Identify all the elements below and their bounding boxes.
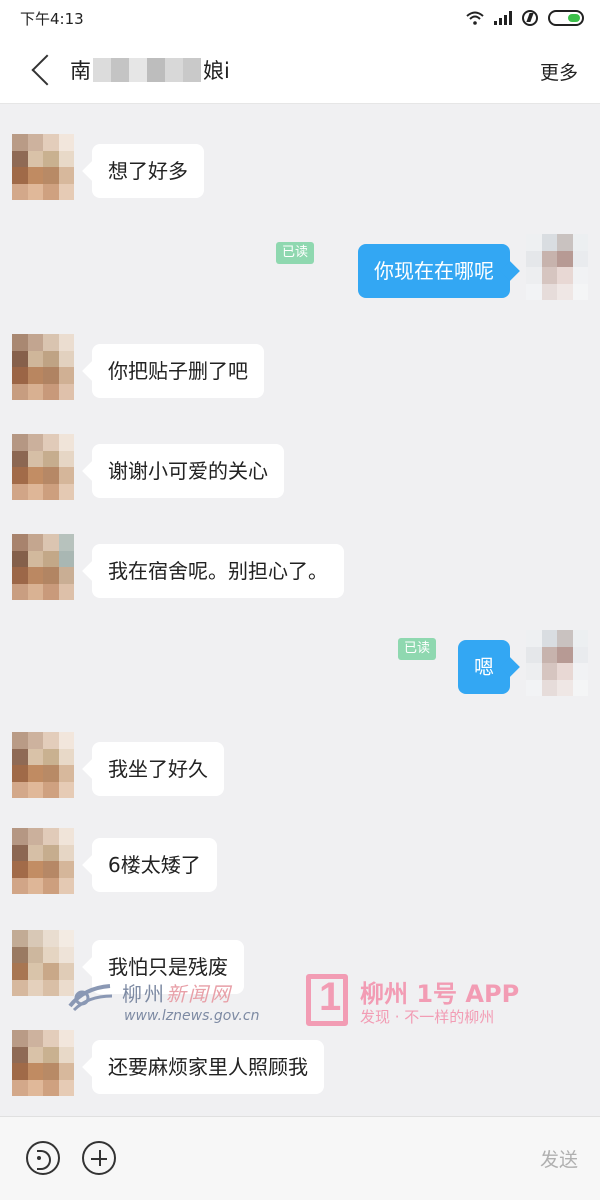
plus-icon[interactable] xyxy=(82,1141,116,1175)
signal-icon xyxy=(494,11,512,25)
contact-avatar[interactable] xyxy=(12,534,74,600)
message-bubble[interactable]: 你把贴子删了吧 xyxy=(92,344,264,398)
message-bubble[interactable]: 你现在在哪呢 xyxy=(358,244,510,298)
message-bubble[interactable]: 我在宿舍呢。别担心了。 xyxy=(92,544,344,598)
message-list: 想了好多 已读 你现在在哪呢 你把贴子删了吧 谢谢小可爱的关心 我在宿舍呢。别担… xyxy=(0,104,600,1116)
battery-icon xyxy=(548,10,584,26)
contact-avatar[interactable] xyxy=(12,134,74,200)
voice-icon[interactable] xyxy=(26,1141,60,1175)
contact-avatar[interactable] xyxy=(12,1030,74,1096)
title-end: 娘i xyxy=(203,58,230,83)
self-avatar[interactable] xyxy=(526,234,588,300)
contact-avatar[interactable] xyxy=(12,334,74,400)
message-bubble[interactable]: 还要麻烦家里人照顾我 xyxy=(92,1040,324,1094)
message-bubble[interactable]: 我怕只是残废 xyxy=(92,940,244,994)
message-bubble[interactable]: 6楼太矮了 xyxy=(92,838,217,892)
title-start: 南 xyxy=(70,58,91,83)
read-badge: 已读 xyxy=(275,242,314,264)
more-button[interactable]: 更多 xyxy=(540,58,578,85)
status-time: 下午4:13 xyxy=(20,9,84,28)
message-bubble[interactable]: 我坐了好久 xyxy=(92,742,224,796)
wifi-icon xyxy=(466,11,484,25)
chat-header: 南 娘i 更多 xyxy=(0,36,600,104)
self-avatar[interactable] xyxy=(526,630,588,696)
contact-avatar[interactable] xyxy=(12,732,74,798)
send-button[interactable]: 发送 xyxy=(540,1145,578,1172)
message-bubble[interactable]: 嗯 xyxy=(458,640,510,694)
contact-avatar[interactable] xyxy=(12,930,74,996)
charging-icon xyxy=(522,10,538,26)
input-bar: 发送 xyxy=(0,1116,600,1200)
read-badge: 已读 xyxy=(397,638,436,660)
chat-title: 南 娘i xyxy=(70,55,230,85)
status-bar: 下午4:13 xyxy=(0,0,600,36)
title-mosaic xyxy=(93,57,201,82)
contact-avatar[interactable] xyxy=(12,434,74,500)
back-chevron-icon[interactable] xyxy=(0,36,70,104)
message-bubble[interactable]: 谢谢小可爱的关心 xyxy=(92,444,284,498)
message-bubble[interactable]: 想了好多 xyxy=(92,144,204,198)
status-icons xyxy=(466,10,584,26)
contact-avatar[interactable] xyxy=(12,828,74,894)
chat-screen: 下午4:13 南 娘i 更多 想了好多 已读 你现在在哪呢 你把贴子删了吧 谢谢… xyxy=(0,0,600,1200)
